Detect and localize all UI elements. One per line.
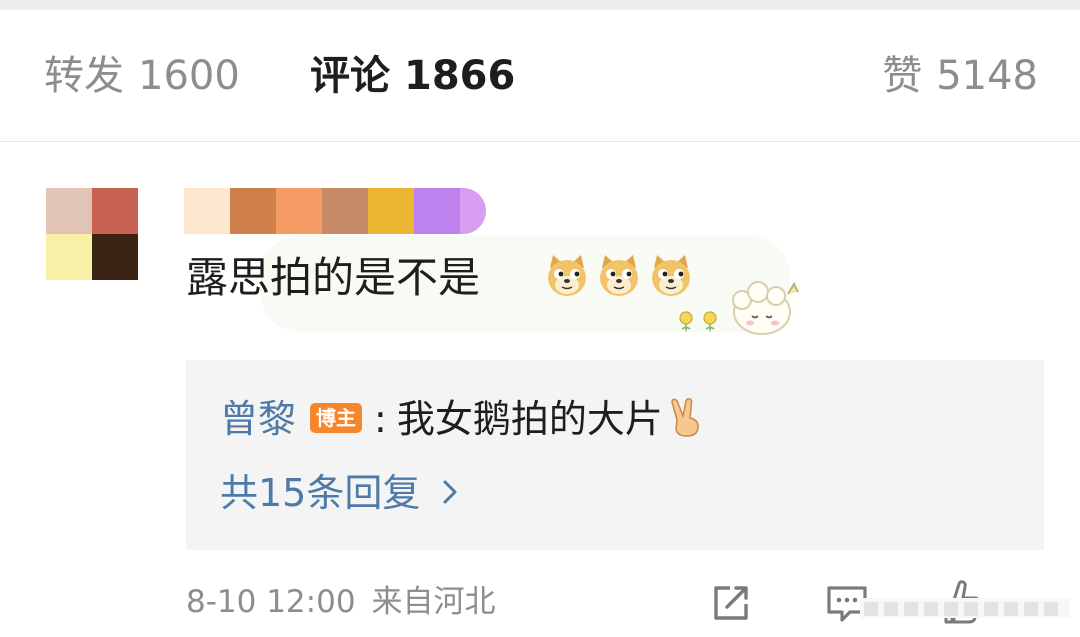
author-badge: 博主 <box>310 402 363 433</box>
comment-time: 8-10 12:00 <box>186 584 356 620</box>
reply-text: 我女鹅拍的大片 <box>396 397 663 441</box>
flower-icon <box>679 311 693 331</box>
pixelated-watermark <box>860 598 1070 618</box>
victory-hand-icon <box>671 397 699 437</box>
tab-repost-label: 转发 <box>44 53 124 99</box>
doge-icon <box>600 255 638 296</box>
share-icon[interactable] <box>708 580 754 626</box>
reply-line: 曾黎 博主: 我女鹅拍的大片 <box>220 394 703 446</box>
tab-repost[interactable]: 转发 1600 <box>44 50 240 102</box>
tab-repost-count: 1600 <box>138 53 240 99</box>
doge-icon <box>652 255 690 296</box>
tab-comment[interactable]: 评论 1866 <box>310 50 515 102</box>
doge-icon <box>548 255 586 296</box>
chevron-right-icon <box>443 480 457 503</box>
tab-like[interactable]: 赞 5148 <box>882 50 1038 102</box>
comment-location: 来自河北 <box>371 584 496 620</box>
reply-colon: : <box>374 397 387 441</box>
tabs-divider <box>0 141 1080 142</box>
reply-username[interactable]: 曾黎 <box>220 397 296 441</box>
tab-bar: 转发 1600 评论 1866 赞 5148 <box>0 10 1080 142</box>
reply-preview-box[interactable]: 曾黎 博主: 我女鹅拍的大片 共15条回复 <box>186 360 1044 550</box>
view-all-replies-label: 共15条回复 <box>220 471 421 515</box>
comment-meta: 8-10 12:00 来自河北 <box>186 581 496 623</box>
tab-comment-count: 1866 <box>404 53 516 99</box>
avatar[interactable] <box>46 188 138 280</box>
top-divider-strip <box>0 0 1080 10</box>
comment-text: 露思拍的是不是 <box>186 253 481 302</box>
username-pixelated[interactable] <box>184 188 494 234</box>
tab-like-label: 赞 <box>882 53 923 99</box>
tab-comment-label: 评论 <box>310 53 390 99</box>
tab-like-count: 5148 <box>936 53 1038 99</box>
view-all-replies-link[interactable]: 共15条回复 <box>220 468 458 518</box>
sheep-sticker-icon <box>732 281 799 335</box>
flower-icon <box>703 311 717 331</box>
